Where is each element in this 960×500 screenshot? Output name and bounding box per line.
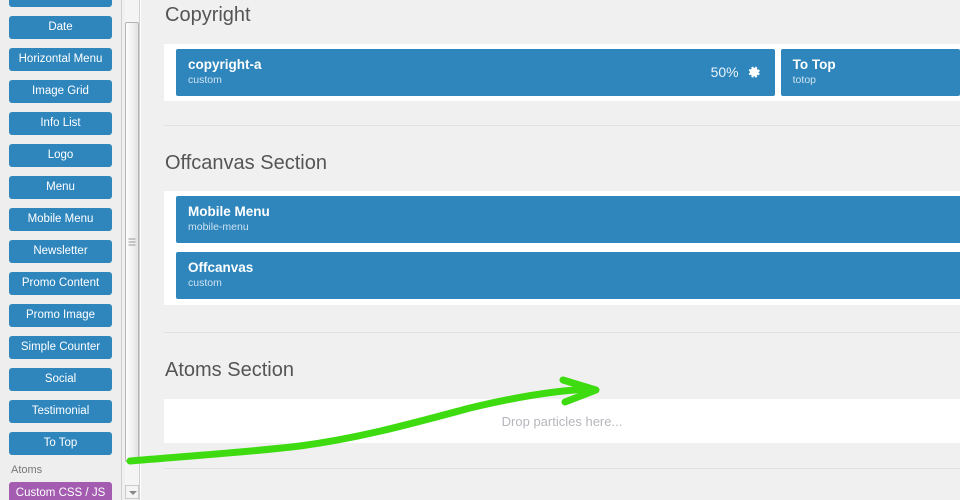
particle-button[interactable]: Mobile Menu bbox=[9, 208, 112, 231]
sidebar-group-label-atoms: Atoms bbox=[11, 464, 43, 476]
block-subtitle: totop bbox=[792, 74, 816, 86]
block-subtitle: custom bbox=[188, 277, 222, 289]
particle-button[interactable]: Date bbox=[9, 16, 112, 39]
block-title: Mobile Menu bbox=[188, 204, 270, 219]
block-to-top-text: To Top totop bbox=[793, 57, 948, 87]
particle-button[interactable]: To Top bbox=[9, 432, 112, 455]
block-copyright-a[interactable]: copyright-a custom 50% bbox=[176, 49, 775, 96]
atoms-drop-zone[interactable]: Drop particles here... bbox=[164, 399, 960, 443]
block-width-percent: 50% bbox=[710, 64, 739, 80]
scrollbar-thumb[interactable] bbox=[125, 22, 139, 462]
block-copyright-a-controls: 50% bbox=[711, 64, 763, 80]
section-divider bbox=[164, 468, 960, 469]
particle-sidebar: Custom HTML Date Horizontal Menu Image Grid… bbox=[0, 0, 121, 500]
particle-button[interactable]: Promo Image bbox=[9, 304, 112, 327]
particle-list: Custom HTML Date Horizontal Menu Image Grid… bbox=[0, 0, 121, 500]
particle-button[interactable]: Logo bbox=[9, 144, 112, 167]
particle-button[interactable]: Horizontal Menu bbox=[9, 48, 112, 71]
particle-button[interactable]: Newsletter bbox=[9, 240, 112, 263]
particle-button[interactable]: Custom HTML bbox=[9, 0, 112, 7]
particle-button[interactable]: Testimonial bbox=[9, 400, 112, 423]
drop-zone-placeholder: Drop particles here... bbox=[501, 413, 623, 429]
sidebar-scrollbar[interactable] bbox=[121, 0, 140, 500]
page-root: Custom HTML Date Horizontal Menu Image Grid… bbox=[0, 0, 960, 500]
block-to-top[interactable]: To Top totop bbox=[780, 49, 960, 96]
particle-button[interactable]: Custom CSS / JS bbox=[9, 482, 112, 500]
particle-button[interactable]: Menu bbox=[9, 176, 112, 199]
block-subtitle: mobile-menu bbox=[188, 221, 249, 233]
section-title-atoms: Atoms Section bbox=[165, 359, 294, 381]
scroll-down-arrow-icon[interactable] bbox=[125, 485, 139, 499]
particle-button[interactable]: Info List bbox=[9, 112, 112, 135]
block-offcanvas[interactable]: Offcanvas custom bbox=[176, 252, 960, 299]
section-copyright: Copyright copyright-a custom 50% To Top … bbox=[141, 0, 960, 101]
particle-button[interactable]: Image Grid bbox=[9, 80, 112, 103]
gear-icon[interactable] bbox=[748, 66, 761, 79]
block-title: To Top bbox=[792, 57, 836, 72]
offcanvas-panel: Mobile Menu mobile-menu Offcanvas custom bbox=[164, 191, 960, 305]
block-title: Offcanvas bbox=[188, 260, 254, 275]
particle-button[interactable]: Promo Content bbox=[9, 272, 112, 295]
block-subtitle: custom bbox=[188, 74, 222, 86]
block-mobile-menu[interactable]: Mobile Menu mobile-menu bbox=[176, 196, 960, 243]
section-title-offcanvas: Offcanvas Section bbox=[165, 152, 327, 174]
block-offcanvas-text: Offcanvas custom bbox=[188, 260, 960, 290]
block-mobile-menu-text: Mobile Menu mobile-menu bbox=[188, 204, 960, 234]
section-title-copyright: Copyright bbox=[165, 4, 251, 26]
layout-content-area: Copyright copyright-a custom 50% To Top … bbox=[141, 0, 960, 500]
section-offcanvas: Offcanvas Section Mobile Menu mobile-men… bbox=[141, 126, 960, 305]
block-copyright-a-text: copyright-a custom bbox=[188, 57, 711, 87]
block-title: copyright-a bbox=[188, 57, 262, 72]
particle-button[interactable]: Social bbox=[9, 368, 112, 391]
copyright-panel: copyright-a custom 50% To Top totop bbox=[164, 44, 960, 101]
particle-button[interactable]: Simple Counter bbox=[9, 336, 112, 359]
scrollbar-grip-icon bbox=[128, 238, 136, 246]
section-atoms: Atoms Section Drop particles here... bbox=[141, 333, 960, 443]
